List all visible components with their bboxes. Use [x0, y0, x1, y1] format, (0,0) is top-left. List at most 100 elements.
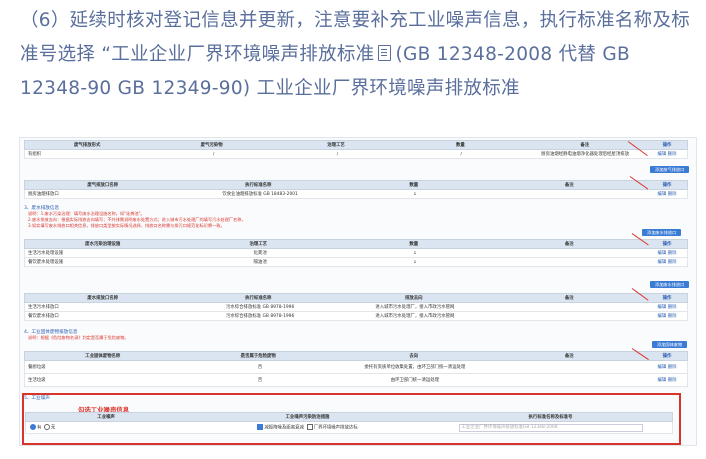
header-cell: 操作 [662, 143, 672, 148]
table-cell: / [212, 151, 215, 157]
note-line: 3.如实填写废水排放口相关信息，排放口类型按实际情况选择，排放口名称需与排污口规… [28, 223, 225, 228]
table-cell: 生活污水处理设施 [28, 251, 64, 256]
table-header: 工业固体废物名称 是否属于危险废物 去向 备注 操作 [24, 351, 688, 361]
table-cell: 委托有资质单位收集处置，由环卫部门统一清运处理 [364, 365, 466, 370]
header-cell: 备注 [564, 354, 574, 359]
edit-delete-link[interactable]: 编辑 删除 [647, 364, 687, 370]
table-header: 废气排放形式 废气污染物 治理工艺 数量 备注 操作 [24, 140, 688, 150]
wastewater-outlet-table: 废水排放口名称 执行标准名称 排放去向 备注 操作 生活污水排放口 污水综合排放… [24, 293, 688, 321]
edit-delete-link[interactable]: 编辑 删除 [647, 191, 687, 197]
add-wastewater-outlet-button[interactable]: 添加废水排放口 [650, 281, 690, 288]
header-cell: 操作 [662, 354, 672, 359]
header-cell: 治理工艺 [327, 143, 345, 148]
table-cell: 1 [413, 191, 417, 197]
header-cell: 工业固体废物名称 [85, 354, 121, 359]
exhaust-outlet-table: 废气排放口名称 执行标准名称 数量 备注 操作 厨房油烟排放口 饮食业油烟排放标… [24, 180, 688, 199]
table-cell: 生活污水排放口 [28, 305, 59, 310]
intro-line-1: （6）延续时核对登记信息并更新，注意要补充工业噪声信息，执行标准名称及标 [20, 10, 691, 31]
table-cell: / [336, 151, 339, 157]
header-cell: 执行标准名称 [245, 183, 272, 188]
table-cell: 厨房油烟排放口 [28, 192, 59, 197]
edit-delete-link[interactable]: 编辑 删除 [647, 377, 687, 383]
document-icon [378, 45, 392, 61]
table-cell: 餐饮废水排放口 [28, 314, 59, 319]
edit-delete-link[interactable]: 编辑 删除 [647, 313, 687, 319]
intro-line-2a: 准号选择 “工业企业厂界环境噪声排放标准 [20, 44, 375, 65]
intro-line-2b: (GB 12348-2008 代替 GB [395, 44, 630, 65]
radio-no-label: 无 [50, 425, 56, 431]
table-cell: 由环卫部门统一清运处理 [390, 378, 440, 383]
table-cell: 污水综合排放标准 GB 8978-1996 [225, 314, 295, 319]
table-cell: 1 [413, 259, 417, 265]
edit-delete-link[interactable]: 编辑 删除 [647, 151, 687, 157]
add-exhaust-outlet-button[interactable]: 添加废气排放口 [650, 166, 690, 173]
header-cell: 备注 [564, 296, 574, 301]
table-row: 生活污水排放口 污水综合排放标准 GB 8978-1996 进入城市污水处理厂，… [24, 303, 688, 312]
header-cell: 工业噪声污染防治措施 [285, 415, 330, 420]
table-header: 废气排放口名称 执行标准名称 数量 备注 操作 [24, 180, 688, 190]
measure-label-2: 厂界环境噪声排放达标 [313, 425, 358, 431]
table-row: 生活垃圾 否 由环卫部门统一清运处理 编辑 删除 [24, 374, 688, 387]
wastewater-facility-table: 废水污染治理设施 治理工艺 数量 备注 操作 生活污水处理设施 化粪池 1 编辑… [24, 239, 688, 267]
table-row: 有组织 / / / 厨房油烟经静电油烟净化器处理后经屋顶排放 编辑 删除 [24, 150, 688, 159]
table-row: 餐饮废水排放口 污水综合排放标准 GB 8978-1996 进入城市污水处理厂，… [24, 312, 688, 321]
table-cell: / [460, 151, 463, 157]
header-cell: 执行标准名称 [245, 296, 272, 301]
noise-radio-group: 有 无 [26, 424, 186, 431]
intro-line-2: 准号选择 “工业企业厂界环境噪声排放标准 (GB 12348-2008 代替 GB [20, 38, 696, 72]
registration-form-screenshot: 废气排放形式 废气污染物 治理工艺 数量 备注 操作 有组织 / / / 厨房油… [19, 137, 697, 446]
header-cell: 废水排放口名称 [87, 296, 119, 301]
header-cell: 去向 [409, 354, 419, 359]
table-cell: 生活垃圾 [28, 378, 46, 383]
table-cell: 餐厨垃圾 [28, 365, 46, 370]
intro-line-3: 12348-90 GB 12349-90) 工业企业厂界环境噪声排放标准 [20, 78, 520, 99]
table-cell: 饮食业油烟排放标准 GB 18483-2001 [222, 192, 298, 197]
measure-checkbox-2[interactable] [306, 424, 313, 431]
table-header: 废水排放口名称 执行标准名称 排放去向 备注 操作 [24, 293, 688, 303]
exhaust-emission-table: 废气排放形式 废气污染物 治理工艺 数量 备注 操作 有组织 / / / 厨房油… [24, 140, 688, 159]
header-cell: 操作 [662, 296, 672, 301]
table-cell: 进入城市污水处理厂，接入市政污水管网 [375, 314, 455, 319]
table-header: 工业噪声 工业噪声污染防治措施 执行标准名称及标准号 [25, 412, 673, 422]
table-row: 餐饮废水处理设施 隔油池 1 编辑 删除 [24, 258, 688, 267]
table-cell: 进入城市污水处理厂，接入市政污水管网 [375, 305, 455, 310]
radio-yes[interactable] [30, 424, 36, 431]
solid-waste-note: 说明：根据《危险废物名录》判定是否属于危险废物。 [28, 335, 129, 340]
header-cell: 是否属于危险废物 [240, 354, 276, 359]
table-cell: 否 [257, 378, 263, 383]
table-row: 餐厨垃圾 否 委托有资质单位收集处置，由环卫部门统一清运处理 编辑 删除 [24, 361, 688, 374]
measure-checkbox-1[interactable] [257, 424, 264, 431]
radio-no[interactable] [43, 424, 50, 431]
header-cell: 数量 [409, 242, 419, 247]
table-cell: 否 [257, 365, 263, 370]
header-cell: 数量 [456, 143, 465, 148]
header-cell: 数量 [409, 183, 419, 188]
wastewater-notes: 说明：1.废水污染治理：填写废水治理设施名称，如"化粪池"。 2.废水排放去向：… [28, 211, 668, 229]
noise-standard-cell: 工业企业厂界环境噪声排放标准GB 12348-2008 [429, 423, 672, 432]
noise-standard-select[interactable]: 工业企业厂界环境噪声排放标准GB 12348-2008 [458, 423, 643, 432]
header-cell: 治理工艺 [249, 242, 268, 247]
table-cell: 1 [413, 250, 417, 256]
table-cell: 厨房油烟经静电油烟净化器处理后经屋顶排放 [541, 152, 629, 157]
measure-label-1: 减振降噪及距离衰减 [264, 425, 304, 431]
header-cell: 废气污染物 [200, 143, 223, 148]
header-cell: 备注 [564, 183, 574, 188]
table-cell: 隔油池 [253, 260, 267, 265]
table-cell: 化粪池 [253, 251, 267, 256]
add-wastewater-facility-button[interactable]: 添加废水排放口 [642, 229, 682, 236]
header-cell: 操作 [662, 183, 672, 188]
edit-delete-link[interactable]: 编辑 删除 [647, 250, 687, 256]
edit-delete-link[interactable]: 编辑 删除 [647, 304, 687, 310]
table-row: 生活污水处理设施 化粪池 1 编辑 删除 [24, 249, 688, 258]
noise-table: 工业噪声 工业噪声污染防治措施 执行标准名称及标准号 有 无 减振降噪及距离衰减… [25, 412, 673, 434]
header-cell: 废气排放形式 [74, 143, 101, 148]
solid-waste-table: 工业固体废物名称 是否属于危险废物 去向 备注 操作 餐厨垃圾 否 委托有资质单… [24, 351, 688, 387]
header-cell: 排放去向 [404, 296, 423, 301]
add-solid-waste-button[interactable]: 添加固体废物 [652, 341, 688, 348]
noise-measures: 减振降噪及距离衰减 厂界环境噪声排放达标 [186, 424, 429, 431]
table-row: 有 无 减振降噪及距离衰减 厂界环境噪声排放达标 工业企业厂界环境噪声排放标准G… [25, 422, 673, 434]
table-row: 厨房油烟排放口 饮食业油烟排放标准 GB 18483-2001 1 编辑 删除 [24, 190, 688, 199]
header-cell: 工业噪声 [97, 415, 115, 420]
table-cell: 餐饮废水处理设施 [28, 260, 64, 265]
edit-delete-link[interactable]: 编辑 删除 [647, 259, 687, 265]
